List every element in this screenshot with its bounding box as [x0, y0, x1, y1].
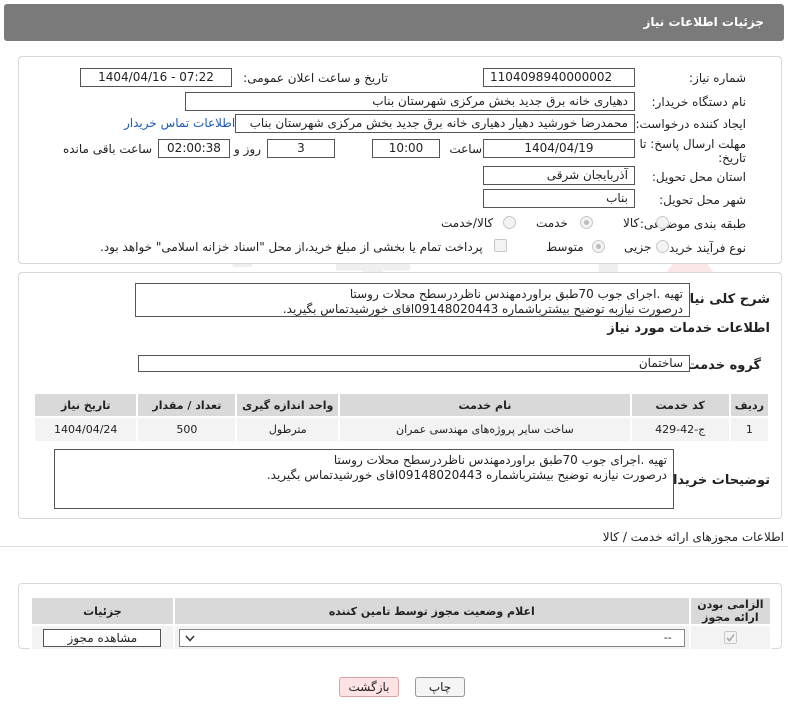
col-permit-status: اعلام وضعیت مجوز توسط تامین کننده: [172, 596, 691, 626]
summary-line-2: درصورت نیازبه توضیح بیشترباشماره 0914802…: [282, 302, 683, 316]
permit-status-select[interactable]: --: [178, 628, 685, 647]
col-unit: واحد اندازه گیری: [235, 392, 341, 418]
cell-unit: مترطول: [235, 416, 341, 443]
days-field: 3: [267, 139, 335, 158]
page-title: جزئیات اطلاعات نیاز: [643, 15, 764, 29]
check-icon: [726, 634, 735, 642]
cell-name: ساخت سایر پروژه‌های مهندسی عمران: [338, 416, 632, 443]
buyer-notes-textarea: تهیه .اجرای جوب 70طبق براوردمهندس ناظردر…: [54, 449, 674, 509]
cell-permit-required: [688, 624, 773, 651]
col-date: تاریخ نیاز: [32, 392, 139, 418]
permits-title: اطلاعات مجوزهای ارائه خدمت / کالا: [602, 530, 784, 544]
buyer-org-label: نام دستگاه خریدار:: [651, 95, 747, 109]
cell-permit-status: --: [172, 624, 691, 651]
days-label: روز و: [234, 142, 261, 156]
category-radio-goods-service[interactable]: [503, 216, 516, 229]
services-table: ردیف کد خدمت نام خدمت واحد اندازه گیری ت…: [32, 392, 771, 443]
city-field: بناب: [483, 189, 635, 208]
info-panel: [18, 56, 782, 264]
process-label: نوع فرآیند خرید :: [661, 241, 746, 255]
service-group-field: ساختمان: [138, 355, 690, 372]
page-header: جزئیات اطلاعات نیاز: [4, 4, 784, 41]
creator-label: ایجاد کننده درخواست:: [635, 117, 746, 131]
cell-date: 1404/04/24: [32, 416, 139, 443]
buyer-notes-label: توضیحات خریدار:: [660, 473, 770, 488]
category-radio-goods[interactable]: [656, 216, 669, 229]
province-label: استان محل تحویل:: [651, 170, 746, 184]
cell-row: 1: [728, 416, 771, 443]
treasury-note: پرداخت تمام یا بخشی از مبلغ خرید،از محل …: [100, 240, 483, 254]
deadline-time-label: ساعت: [449, 142, 482, 156]
print-button[interactable]: چاپ: [415, 677, 465, 697]
category-option-goods: کالا: [623, 216, 640, 230]
table-row: 1 ج-42-429 ساخت سایر پروژه‌های مهندسی عم…: [32, 416, 771, 443]
chevron-down-icon: [185, 635, 195, 642]
announce-field: 1404/04/16 - 07:22: [80, 68, 232, 87]
category-option-goods-service: کالا/خدمت: [441, 216, 494, 230]
cell-code: ج-42-429: [629, 416, 731, 443]
services-title: اطلاعات خدمات مورد نیاز: [607, 321, 770, 336]
buyer-contact-link[interactable]: اطلاعات تماس خریدار: [124, 116, 235, 130]
col-permit-details: جزئیات: [30, 596, 175, 626]
view-permit-button[interactable]: مشاهده مجوز: [43, 628, 162, 647]
category-option-service: خدمت: [536, 216, 568, 230]
permit-status-value: --: [663, 630, 672, 644]
city-label: شهر محل تحویل:: [659, 193, 746, 207]
process-option-medium: متوسط: [546, 240, 584, 254]
summary-textarea: تهیه .اجرای جوب 70طبق براوردمهندس ناظردر…: [135, 283, 690, 317]
cell-qty: 500: [136, 416, 238, 443]
buyer-notes-line-1: تهیه .اجرای جوب 70طبق براوردمهندس ناظردر…: [333, 453, 667, 467]
process-option-minor: جزیی: [624, 240, 652, 254]
province-field: آذربایجان شرقی: [483, 166, 635, 185]
process-radio-minor[interactable]: [656, 240, 669, 253]
back-button[interactable]: بازگشت: [339, 677, 399, 697]
treasury-checkbox[interactable]: [494, 239, 507, 252]
deadline-time-field: 10:00: [372, 139, 440, 158]
cell-permit-details: مشاهده مجوز: [30, 624, 175, 651]
col-qty: تعداد / مقدار: [136, 392, 238, 418]
col-code: کد خدمت: [629, 392, 731, 418]
deadline-date-field: 1404/04/19: [483, 139, 635, 158]
need-number-label: شماره نیاز:: [689, 71, 746, 85]
summary-label: شرح کلی نیاز:: [676, 292, 770, 307]
announce-label: تاریخ و ساعت اعلان عمومی:: [243, 71, 388, 85]
process-radio-medium[interactable]: [592, 240, 605, 253]
col-permit-required: الزامی بودن ارائه مجوز: [688, 596, 773, 626]
deadline-label-date: تاریخ:: [718, 151, 746, 165]
remaining-time-field: 02:00:38: [158, 139, 230, 158]
divider: [0, 546, 788, 547]
creator-field: محمدرضا خورشید دهیار دهیاری خانه برق جدی…: [235, 114, 635, 133]
col-row: ردیف: [728, 392, 771, 418]
col-name: نام خدمت: [338, 392, 632, 418]
deadline-label: مهلت ارسال پاسخ: تا: [639, 137, 746, 151]
remaining-label: ساعت باقی مانده: [62, 142, 152, 156]
permit-required-checkbox: [723, 631, 737, 645]
buyer-notes-line-2: درصورت نیازبه توضیح بیشترباشماره 0914802…: [266, 468, 667, 482]
table-row: -- مشاهده مجوز: [30, 624, 773, 651]
need-number-field: 1104098940000002: [483, 68, 635, 87]
category-radio-service[interactable]: [580, 216, 593, 229]
permits-table: الزامی بودن ارائه مجوز اعلام وضعیت مجوز …: [30, 596, 773, 651]
summary-line-1: تهیه .اجرای جوب 70طبق براوردمهندس ناظردر…: [349, 287, 683, 301]
service-group-label: گروه خدمت:: [681, 358, 761, 373]
buyer-org-field: دهیاری خانه برق جدید بخش مرکزی شهرستان ب…: [185, 92, 635, 111]
